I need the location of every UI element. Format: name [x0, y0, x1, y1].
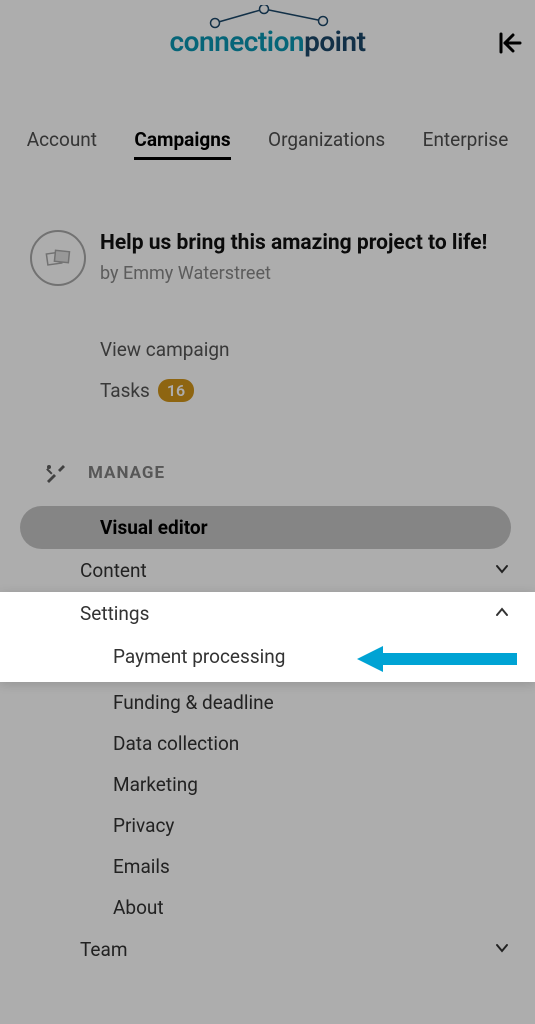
- chevron-down-icon: [495, 941, 509, 959]
- campaign-info: Help us bring this amazing project to li…: [100, 230, 515, 286]
- arrow-pointer-icon: [357, 646, 517, 672]
- menu-settings[interactable]: Settings: [0, 592, 535, 635]
- header: connectionpoint: [0, 0, 535, 68]
- chevron-down-icon: [495, 562, 509, 580]
- manage-label: MANAGE: [88, 463, 165, 483]
- tools-icon: [44, 462, 66, 484]
- logo-part1: connection: [170, 25, 305, 58]
- campaign-actions: View campaign Tasks 16: [0, 296, 535, 412]
- highlighted-settings-block: Settings Payment processing: [0, 592, 535, 682]
- sub-about[interactable]: About: [0, 887, 535, 928]
- manage-menu: Visual editor Content Settings Payment p…: [0, 506, 535, 971]
- sub-marketing[interactable]: Marketing: [0, 764, 535, 805]
- logo-text: connectionpoint: [170, 25, 366, 58]
- tab-campaigns[interactable]: Campaigns: [134, 128, 230, 160]
- sub-data-collection[interactable]: Data collection: [0, 723, 535, 764]
- campaign-header: Help us bring this amazing project to li…: [0, 170, 535, 296]
- sub-privacy[interactable]: Privacy: [0, 805, 535, 846]
- tab-enterprise[interactable]: Enterprise: [423, 128, 509, 160]
- tasks-label: Tasks: [100, 379, 150, 402]
- campaign-title: Help us bring this amazing project to li…: [100, 230, 515, 257]
- tasks-count-badge: 16: [158, 379, 194, 402]
- menu-visual-editor[interactable]: Visual editor: [20, 506, 511, 549]
- tab-account[interactable]: Account: [27, 128, 97, 160]
- menu-content[interactable]: Content: [0, 549, 535, 592]
- campaign-author: by Emmy Waterstreet: [100, 263, 515, 284]
- sub-funding-deadline[interactable]: Funding & deadline: [0, 682, 535, 723]
- sub-emails[interactable]: Emails: [0, 846, 535, 887]
- manage-section-header: MANAGE: [44, 462, 515, 484]
- view-campaign-link[interactable]: View campaign: [100, 338, 515, 361]
- sub-payment-processing[interactable]: Payment processing: [0, 635, 535, 682]
- tab-organizations[interactable]: Organizations: [268, 128, 385, 160]
- photo-stack-icon: [43, 243, 73, 273]
- chevron-up-icon: [495, 605, 509, 623]
- logo[interactable]: connectionpoint: [170, 25, 366, 58]
- manage-section: MANAGE: [0, 412, 535, 494]
- tasks-link[interactable]: Tasks 16: [100, 379, 515, 402]
- collapse-left-icon: [497, 30, 523, 56]
- nav-tabs: Account Campaigns Organizations Enterpri…: [0, 68, 535, 170]
- campaign-placeholder-icon: [30, 230, 86, 286]
- collapse-sidebar-button[interactable]: [495, 28, 525, 58]
- menu-team[interactable]: Team: [0, 928, 535, 971]
- logo-graph-icon: [209, 5, 329, 29]
- logo-part2: point: [304, 25, 365, 58]
